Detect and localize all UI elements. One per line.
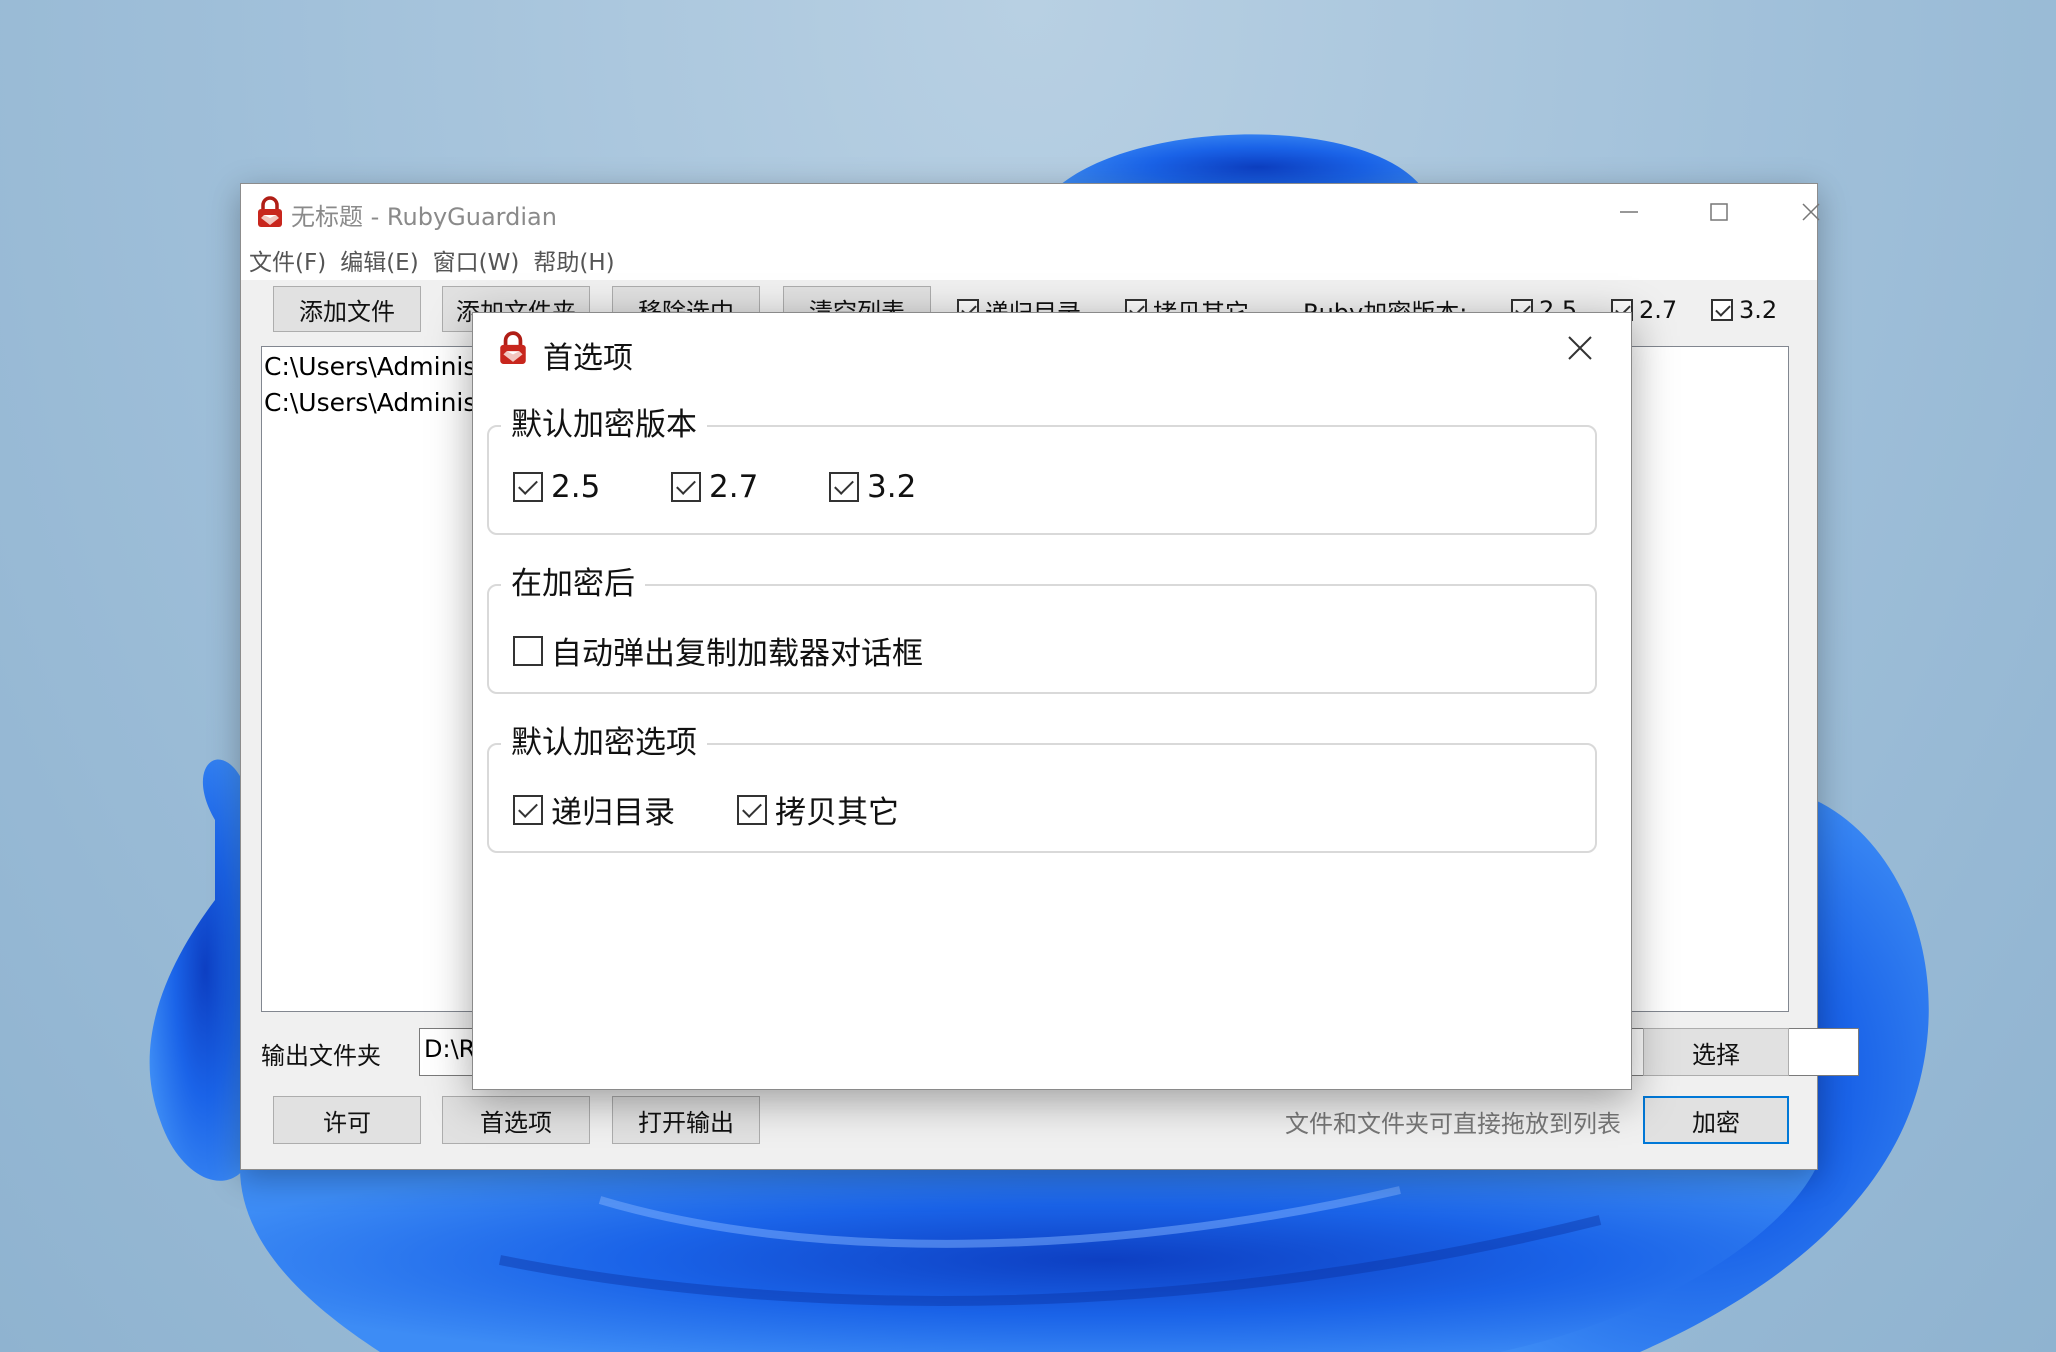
group-title: 默认加密选项 bbox=[501, 717, 707, 762]
auto-popup-loader-checkbox[interactable]: 自动弹出复制加载器对话框 bbox=[513, 628, 923, 673]
choose-folder-button[interactable]: 选择 bbox=[1643, 1028, 1789, 1076]
group-title: 默认加密版本 bbox=[501, 399, 707, 444]
close-button[interactable] bbox=[1765, 184, 1857, 240]
ruby-lock-icon bbox=[500, 331, 526, 364]
add-file-button[interactable]: 添加文件 bbox=[273, 286, 421, 332]
checkbox-box bbox=[1711, 299, 1733, 321]
checkbox-box bbox=[829, 472, 859, 502]
minimize-icon bbox=[1620, 211, 1638, 213]
version-label: 3.2 bbox=[1739, 296, 1778, 324]
minimize-button[interactable] bbox=[1583, 184, 1675, 240]
maximize-icon bbox=[1710, 203, 1728, 221]
open-output-button[interactable]: 打开输出 bbox=[612, 1096, 760, 1144]
after-encrypt-group: 在加密后 自动弹出复制加载器对话框 bbox=[487, 558, 1597, 694]
checkbox-box bbox=[513, 635, 543, 666]
checkbox-box bbox=[737, 794, 767, 825]
default-version-3-2-checkbox[interactable]: 3.2 bbox=[829, 469, 916, 505]
default-version-group: 默认加密版本 2.5 2.7 3.2 bbox=[487, 399, 1597, 535]
group-title: 在加密后 bbox=[501, 558, 645, 603]
checkbox-box bbox=[671, 472, 701, 502]
menu-bar: 文件(F) 编辑(E) 窗口(W) 帮助(H) bbox=[241, 240, 1817, 280]
version-label: 2.7 bbox=[1639, 296, 1678, 324]
menu-help[interactable]: 帮助(H) bbox=[533, 243, 614, 277]
checkbox-box bbox=[513, 794, 543, 825]
version-3-2-checkbox[interactable]: 3.2 bbox=[1711, 292, 1777, 328]
default-version-2-7-checkbox[interactable]: 2.7 bbox=[671, 469, 758, 505]
close-icon[interactable] bbox=[1565, 333, 1595, 363]
option-label: 拷贝其它 bbox=[775, 795, 899, 831]
window-title: 无标题 - RubyGuardian bbox=[291, 203, 557, 231]
preferences-dialog: 首选项 默认加密版本 2.5 2.7 3.2 在加密后 自动弹出复制加载器对话框… bbox=[472, 312, 1632, 1090]
default-copy-others-checkbox[interactable]: 拷贝其它 bbox=[737, 787, 899, 832]
encrypt-button[interactable]: 加密 bbox=[1643, 1096, 1789, 1144]
title-bar[interactable]: 无标题 - RubyGuardian bbox=[241, 184, 1820, 240]
menu-edit[interactable]: 编辑(E) bbox=[340, 243, 418, 277]
maximize-button[interactable] bbox=[1673, 184, 1765, 240]
option-label: 自动弹出复制加载器对话框 bbox=[551, 636, 923, 672]
close-icon bbox=[1802, 203, 1820, 221]
default-options-group: 默认加密选项 递归目录 拷贝其它 bbox=[487, 717, 1597, 853]
option-label: 3.2 bbox=[867, 469, 917, 505]
option-label: 2.5 bbox=[551, 469, 601, 505]
output-folder-label: 输出文件夹 bbox=[261, 1042, 381, 1070]
option-label: 递归目录 bbox=[551, 795, 675, 831]
checkbox-box bbox=[513, 472, 543, 502]
license-button[interactable]: 许可 bbox=[273, 1096, 421, 1144]
default-recursive-checkbox[interactable]: 递归目录 bbox=[513, 787, 675, 832]
menu-file[interactable]: 文件(F) bbox=[249, 243, 326, 277]
dialog-title: 首选项 bbox=[543, 341, 633, 376]
menu-window[interactable]: 窗口(W) bbox=[433, 243, 520, 277]
ruby-lock-icon bbox=[258, 196, 282, 227]
option-label: 2.7 bbox=[709, 469, 759, 505]
default-version-2-5-checkbox[interactable]: 2.5 bbox=[513, 469, 600, 505]
preferences-button[interactable]: 首选项 bbox=[442, 1096, 590, 1144]
drag-drop-hint: 文件和文件夹可直接拖放到列表 bbox=[1285, 1110, 1621, 1138]
